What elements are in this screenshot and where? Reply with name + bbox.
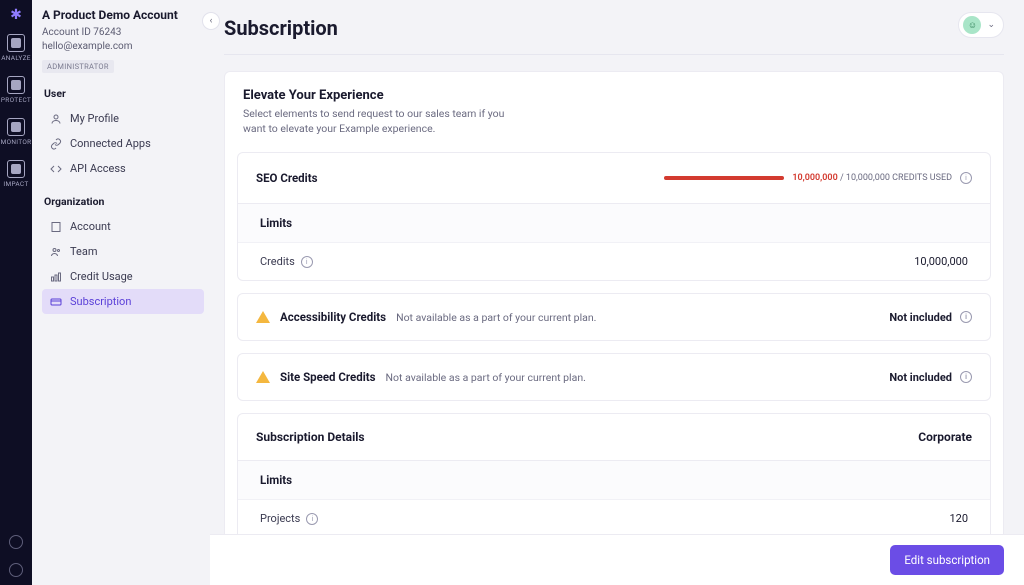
edit-subscription-button[interactable]: Edit subscription xyxy=(890,545,1004,575)
limit-row-credits: Credits i 10,000,000 xyxy=(238,242,990,280)
sidebar-item-label: API Access xyxy=(70,162,126,175)
warning-icon xyxy=(256,371,270,383)
page-title: Subscription xyxy=(224,16,1004,40)
rail-item-protect[interactable]: PROTECT xyxy=(3,72,29,108)
seo-credits-card: SEO Credits 10,000,000 / 10,000,000 CRED… xyxy=(237,152,991,281)
elevate-subtitle: Select elements to send request to our s… xyxy=(243,107,523,136)
credit-name: Site Speed Credits xyxy=(280,370,376,384)
role-badge: ADMINISTRATOR xyxy=(42,60,114,73)
rail-label: IMPACT xyxy=(3,180,28,188)
divider xyxy=(224,54,1004,55)
monitor-icon xyxy=(7,118,25,136)
limit-value: 10,000,000 xyxy=(914,255,968,268)
limit-row-projects: Projects i 120 xyxy=(238,499,990,537)
info-icon[interactable]: i xyxy=(306,513,318,525)
info-icon[interactable]: i xyxy=(960,311,972,323)
sidebar: ‹ A Product Demo Account Account ID 7624… xyxy=(32,0,210,585)
avatar-icon: ☺ xyxy=(963,16,981,34)
sidebar-item-label: Team xyxy=(70,245,98,258)
sidebar-item-label: My Profile xyxy=(70,112,119,125)
rail-help-icon[interactable] xyxy=(9,563,23,577)
sidebar-item-api-access[interactable]: API Access xyxy=(42,156,204,181)
code-icon xyxy=(50,163,62,175)
logo-icon: ✱ xyxy=(7,6,25,24)
sidebar-item-credit-usage[interactable]: Credit Usage xyxy=(42,264,204,289)
account-email: hello@example.com xyxy=(42,40,204,54)
sidebar-item-label: Credit Usage xyxy=(70,270,133,283)
rail-item-monitor[interactable]: MONITOR xyxy=(3,114,29,150)
nav-rail: ✱ ANALYZE PROTECT MONITOR IMPACT xyxy=(0,0,32,585)
subscription-details-title: Subscription Details xyxy=(256,430,365,444)
chart-icon xyxy=(50,271,62,283)
sidebar-item-team[interactable]: Team xyxy=(42,239,204,264)
rail-label: MONITOR xyxy=(1,138,32,146)
credit-unavailable-msg: Not available as a part of your current … xyxy=(396,311,596,324)
footer-bar: Edit subscription xyxy=(210,534,1024,585)
rail-item-analyze[interactable]: ANALYZE xyxy=(3,30,29,66)
not-included-status: Not included i xyxy=(889,371,972,384)
rail-item-impact[interactable]: IMPACT xyxy=(3,156,29,192)
card-icon xyxy=(50,296,62,308)
info-icon[interactable]: i xyxy=(960,172,972,184)
link-icon xyxy=(50,138,62,150)
elevate-title: Elevate Your Experience xyxy=(243,88,985,103)
limit-value: 120 xyxy=(949,512,968,525)
sidebar-group-organization: Organization xyxy=(42,195,204,208)
seo-usage-text: 10,000,000 / 10,000,000 CREDITS USED xyxy=(792,173,952,183)
site-speed-credits-card: Site Speed Credits Not available as a pa… xyxy=(237,353,991,401)
sidebar-item-subscription[interactable]: Subscription xyxy=(42,289,204,314)
limit-label: Projects xyxy=(260,512,300,525)
rail-label: ANALYZE xyxy=(1,54,31,62)
sidebar-item-label: Account xyxy=(70,220,111,233)
chevron-down-icon: ⌄ xyxy=(987,20,995,30)
user-menu[interactable]: ☺ ⌄ xyxy=(958,12,1004,38)
impact-icon xyxy=(7,160,25,178)
sidebar-item-label: Subscription xyxy=(70,295,131,308)
building-icon xyxy=(50,221,62,233)
user-icon xyxy=(50,113,62,125)
credit-name: Accessibility Credits xyxy=(280,310,386,324)
limits-header: Limits xyxy=(238,460,990,499)
limits-header: Limits xyxy=(238,203,990,242)
protect-icon xyxy=(7,76,25,94)
sidebar-item-account[interactable]: Account xyxy=(42,214,204,239)
seo-usage-meter: 10,000,000 / 10,000,000 CREDITS USED i xyxy=(664,172,972,184)
not-included-status: Not included i xyxy=(889,311,972,324)
sidebar-item-my-profile[interactable]: My Profile xyxy=(42,106,204,131)
account-name: A Product Demo Account xyxy=(42,8,204,22)
seo-credits-title: SEO Credits xyxy=(256,171,318,185)
main-content: ☺ ⌄ Subscription Elevate Your Experience… xyxy=(210,0,1024,585)
subscription-plan: Corporate xyxy=(918,430,972,444)
info-icon[interactable]: i xyxy=(960,371,972,383)
sidebar-group-user: User xyxy=(42,87,204,100)
limit-label: Credits xyxy=(260,255,295,268)
rail-label: PROTECT xyxy=(1,96,31,104)
usage-bar xyxy=(664,176,784,180)
warning-icon xyxy=(256,311,270,323)
rail-smile-icon[interactable] xyxy=(9,535,23,549)
sidebar-item-connected-apps[interactable]: Connected Apps xyxy=(42,131,204,156)
team-icon xyxy=(50,246,62,258)
elevate-card: Elevate Your Experience Select elements … xyxy=(224,71,1004,585)
sidebar-item-label: Connected Apps xyxy=(70,137,151,150)
info-icon[interactable]: i xyxy=(301,256,313,268)
accessibility-credits-card: Accessibility Credits Not available as a… xyxy=(237,293,991,341)
credit-unavailable-msg: Not available as a part of your current … xyxy=(386,371,586,384)
analyze-icon xyxy=(7,34,25,52)
account-id: Account ID 76243 xyxy=(42,26,204,40)
